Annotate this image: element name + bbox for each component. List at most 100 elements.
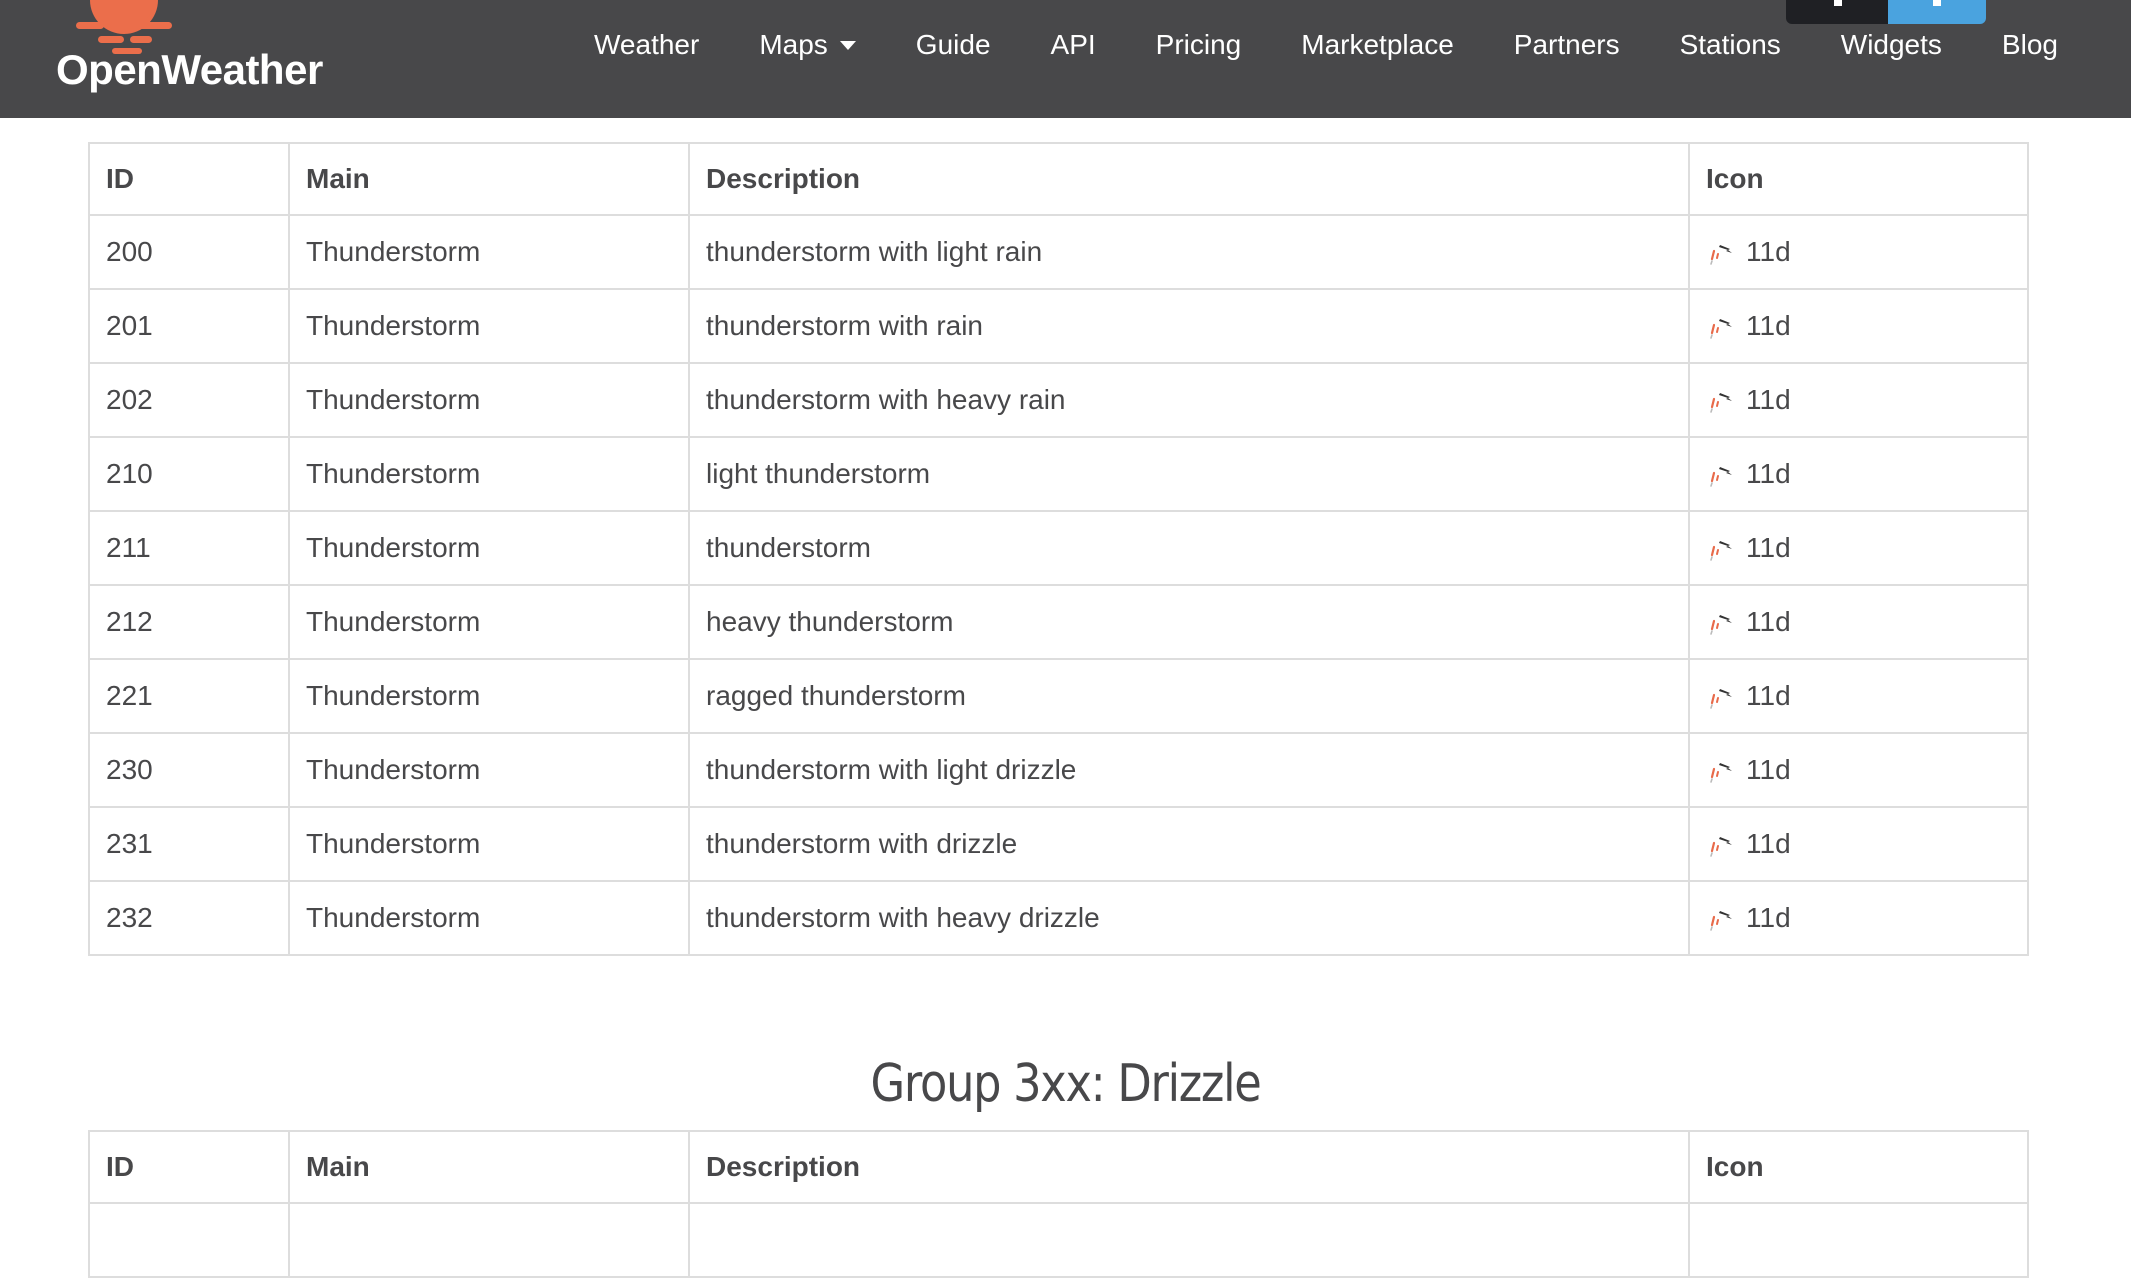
- column-header-icon: Icon: [1688, 142, 2029, 216]
- main-nav: Weather Maps Guide API Pricing Marketpla…: [594, 22, 2058, 68]
- icon-cell: 11d: [1706, 606, 2011, 638]
- openweather-logo[interactable]: OpenWeather: [56, 0, 326, 118]
- icon-code: 11d: [1746, 458, 1791, 489]
- cell-icon: 11d: [1688, 880, 2029, 956]
- cell-main: Thunderstorm: [288, 584, 690, 660]
- nav-item-widgets[interactable]: Widgets: [1841, 29, 1942, 61]
- icon-cell: 11d: [1706, 236, 2011, 268]
- cell-icon: 11d: [1688, 658, 2029, 734]
- nav-item-api[interactable]: API: [1051, 29, 1096, 61]
- nav-item-pricing[interactable]: Pricing: [1156, 29, 1242, 61]
- icon-code: 11d: [1746, 236, 1791, 267]
- table-header-row: ID Main Description Icon: [88, 142, 2029, 216]
- nav-label: Widgets: [1840, 29, 1942, 60]
- cell-icon: 11d: [1688, 584, 2029, 660]
- chevron-down-icon: [839, 40, 856, 50]
- cell-description: thunderstorm with heavy drizzle: [688, 880, 1690, 956]
- column-header-id: ID: [88, 142, 290, 216]
- thunderstorm-icon: [1710, 319, 1732, 339]
- nav-label: Pricing: [1155, 29, 1242, 60]
- table-row: 210 Thunderstorm light thunderstorm 11d: [88, 436, 2029, 512]
- table-row: 230 Thunderstorm thunderstorm with light d…: [88, 732, 2029, 808]
- cell-id: 221: [88, 658, 290, 734]
- icon-code: 11d: [1746, 828, 1791, 859]
- thunderstorm-icon: [1710, 615, 1732, 635]
- cell-id: 230: [88, 732, 290, 808]
- thunderstorm-icon: [1710, 467, 1732, 487]
- icon-cell: 11d: [1706, 384, 2011, 416]
- icon-code: 11d: [1746, 902, 1791, 933]
- sign-in-button[interactable]: [1786, 0, 1888, 24]
- cell-description: thunderstorm with light rain: [688, 214, 1690, 290]
- column-header-icon: Icon: [1688, 1130, 2029, 1204]
- cell-icon: 11d: [1688, 510, 2029, 586]
- thunderstorm-icon: [1710, 763, 1732, 783]
- table-row: [88, 1202, 2029, 1278]
- nav-label: Marketplace: [1301, 29, 1454, 60]
- nav-label: Weather: [594, 29, 700, 60]
- cell-main: Thunderstorm: [288, 436, 690, 512]
- icon-cell: 11d: [1706, 532, 2011, 564]
- cell-icon: 11d: [1688, 214, 2029, 290]
- icon-code: 11d: [1746, 310, 1791, 341]
- nav-label: API: [1050, 29, 1096, 60]
- cell-icon: 11d: [1688, 362, 2029, 438]
- icon-cell: 11d: [1706, 754, 2011, 786]
- nav-item-weather[interactable]: Weather: [594, 29, 699, 61]
- sign-up-button[interactable]: [1888, 0, 1986, 24]
- table-row: 231 Thunderstorm thunderstorm with drizzle…: [88, 806, 2029, 882]
- cell-main: [288, 1202, 690, 1278]
- column-header-description: Description: [688, 1130, 1690, 1204]
- cell-id: 201: [88, 288, 290, 364]
- cell-description: thunderstorm: [688, 510, 1690, 586]
- cell-main: Thunderstorm: [288, 880, 690, 956]
- cell-description: light thunderstorm: [688, 436, 1690, 512]
- cell-description: thunderstorm with rain: [688, 288, 1690, 364]
- cell-icon: 11d: [1688, 288, 2029, 364]
- weather-conditions-table-2xx: ID Main Description Icon 200 Thunderstorm…: [88, 142, 2029, 956]
- cell-main: Thunderstorm: [288, 288, 690, 364]
- nav-item-partners[interactable]: Partners: [1514, 29, 1620, 61]
- icon-code: 11d: [1746, 680, 1791, 711]
- table-header-row: ID Main Description Icon: [88, 1130, 2029, 1204]
- nav-item-stations[interactable]: Stations: [1680, 29, 1781, 61]
- column-header-description: Description: [688, 142, 1690, 216]
- cell-id: [88, 1202, 290, 1278]
- cell-id: 231: [88, 806, 290, 882]
- thunderstorm-icon: [1710, 245, 1732, 265]
- nav-item-marketplace[interactable]: Marketplace: [1301, 29, 1454, 61]
- nav-label: Stations: [1679, 29, 1781, 60]
- icon-cell: 11d: [1706, 828, 2011, 860]
- nav-label: Guide: [915, 29, 991, 60]
- icon-code: 11d: [1746, 532, 1791, 563]
- icon-cell: 11d: [1706, 310, 2011, 342]
- nav-label: Partners: [1513, 29, 1620, 60]
- icon-cell: 11d: [1706, 458, 2011, 490]
- cell-description: [688, 1202, 1690, 1278]
- cell-icon: 11d: [1688, 436, 2029, 512]
- weather-conditions-table-3xx: ID Main Description Icon: [88, 1130, 2029, 1278]
- cell-id: 210: [88, 436, 290, 512]
- icon-code: 11d: [1746, 384, 1791, 415]
- cell-main: Thunderstorm: [288, 510, 690, 586]
- cell-description: ragged thunderstorm: [688, 658, 1690, 734]
- cell-icon: 11d: [1688, 732, 2029, 808]
- table-body: 200 Thunderstorm thunderstorm with light r…: [88, 214, 2029, 956]
- cell-main: Thunderstorm: [288, 658, 690, 734]
- cell-id: 200: [88, 214, 290, 290]
- nav-item-maps[interactable]: Maps: [759, 29, 856, 61]
- nav-item-guide[interactable]: Guide: [916, 29, 991, 61]
- logo-wordmark: OpenWeather: [56, 46, 323, 93]
- cell-description: heavy thunderstorm: [688, 584, 1690, 660]
- nav-label: Maps: [759, 29, 828, 60]
- group-3xx-heading: Group 3xx: Drizzle: [870, 1054, 1262, 1114]
- thunderstorm-icon: [1710, 911, 1732, 931]
- thunderstorm-icon: [1710, 689, 1732, 709]
- thunderstorm-icon: [1710, 393, 1732, 413]
- icon-cell: 11d: [1706, 902, 2011, 934]
- cell-main: Thunderstorm: [288, 806, 690, 882]
- cell-main: Thunderstorm: [288, 362, 690, 438]
- column-header-main: Main: [288, 1130, 690, 1204]
- nav-item-blog[interactable]: Blog: [2002, 29, 2058, 61]
- thunderstorm-icon: [1710, 837, 1732, 857]
